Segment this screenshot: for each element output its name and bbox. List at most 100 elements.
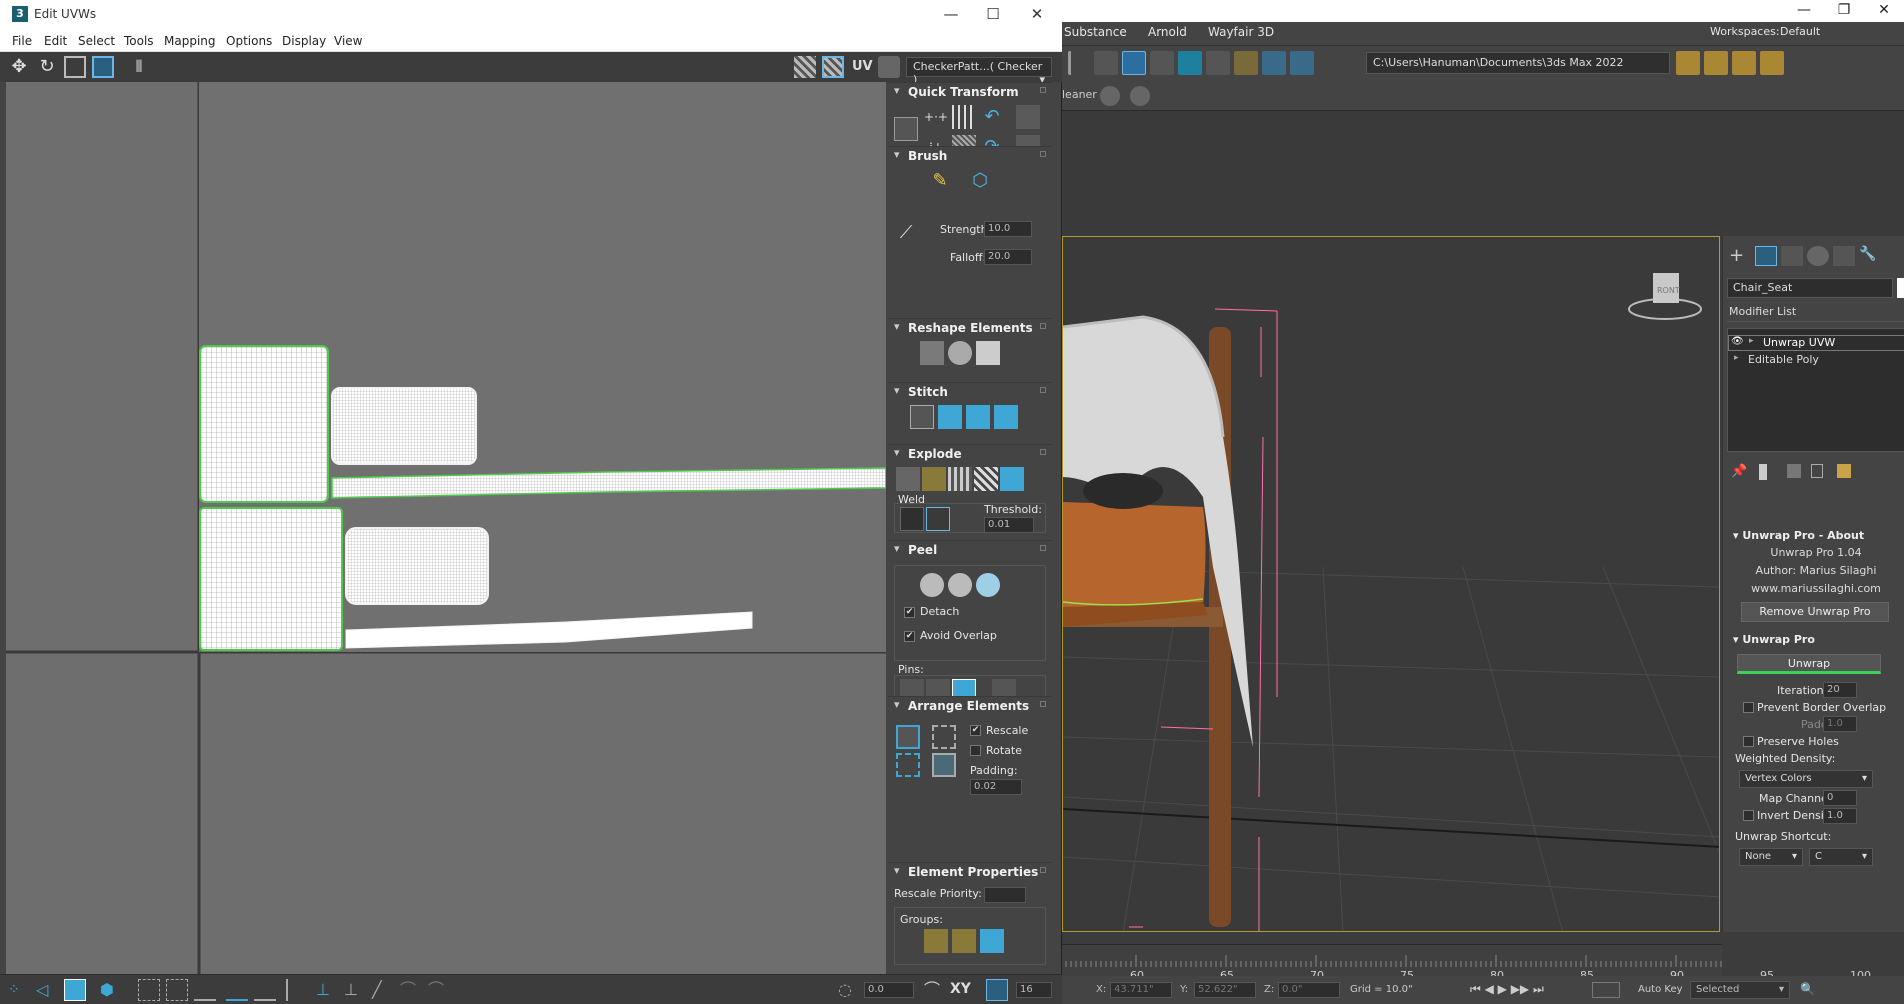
explode-by-polygon-icon[interactable] <box>948 467 972 491</box>
strength-spinner[interactable]: 10.0 <box>984 221 1032 237</box>
menu-display[interactable]: Display <box>282 34 326 48</box>
project-save-icon[interactable] <box>1732 51 1756 75</box>
rollout-header[interactable]: ▾ Unwrap Pro <box>1727 630 1904 650</box>
group-info-icon[interactable] <box>980 929 1004 953</box>
select-lasso-icon[interactable] <box>166 979 188 1001</box>
scale-icon[interactable] <box>64 56 86 78</box>
rescale-checkbox[interactable]: ✔ <box>970 725 981 736</box>
shortcut-key-dropdown[interactable]: C ▾ <box>1809 848 1873 866</box>
pack-normalize-icon[interactable] <box>896 725 920 749</box>
shortcut-modifier-dropdown[interactable]: None ▾ <box>1739 848 1803 866</box>
relax-icon[interactable] <box>948 341 972 365</box>
rotate-checkbox[interactable] <box>970 745 981 756</box>
texture-dropdown[interactable]: CheckerPatt...( Checker ) ▾ <box>906 57 1052 86</box>
menu-select[interactable]: Select <box>78 34 115 48</box>
rollout-pin-icon[interactable] <box>1040 449 1046 455</box>
vertex-colors-dropdown[interactable]: Vertex Colors ▾ <box>1739 770 1873 788</box>
uv-editor-canvas[interactable] <box>6 82 886 974</box>
relax-brush-icon[interactable]: ⬡ <box>968 169 992 193</box>
display-tab-icon[interactable] <box>1833 246 1855 266</box>
motion-tab-icon[interactable] <box>1807 246 1829 266</box>
menu-tools[interactable]: Tools <box>124 34 154 48</box>
toolbar-icon[interactable] <box>1068 51 1092 75</box>
stitch-custom-icon[interactable] <box>910 405 934 429</box>
make-unique-icon[interactable] <box>1787 464 1801 478</box>
layer-icon[interactable] <box>1094 51 1118 75</box>
hierarchy-tab-icon[interactable] <box>1781 246 1803 266</box>
rollout-header[interactable]: Arrange Elements <box>888 697 1052 715</box>
freeform-icon[interactable] <box>92 56 114 78</box>
group-ungroup-icon[interactable] <box>952 929 976 953</box>
straighten-icon[interactable] <box>920 341 944 365</box>
brush-icon[interactable]: ╱ <box>372 979 394 1001</box>
pack-together-icon[interactable] <box>932 725 956 749</box>
group-select-icon[interactable] <box>924 929 948 953</box>
project-icon[interactable] <box>1676 51 1700 75</box>
render-frame-icon[interactable] <box>1262 51 1286 75</box>
curve-icon[interactable]: ⌒ <box>924 979 946 1001</box>
menu-view[interactable]: View <box>334 34 362 48</box>
object-name-field[interactable]: Chair_Seat <box>1727 278 1893 298</box>
shrink-select-icon[interactable] <box>226 979 248 1001</box>
soft-select-falloff-icon[interactable]: ⌒ <box>428 979 450 1001</box>
menu-options[interactable]: Options <box>226 34 272 48</box>
polygon-mode-icon[interactable] <box>64 979 86 1001</box>
explode-by-smoothing-icon[interactable] <box>896 467 920 491</box>
scene-explorer-icon[interactable] <box>1122 51 1146 75</box>
render-icon[interactable] <box>1290 51 1314 75</box>
flatten-icon[interactable] <box>976 341 1000 365</box>
settings-icon[interactable] <box>878 56 900 78</box>
remove-unwrap-pro-button[interactable]: Remove Unwrap Pro <box>1741 602 1889 622</box>
rollout-pin-icon[interactable] <box>1040 867 1046 873</box>
menu-mapping[interactable]: Mapping <box>164 34 216 48</box>
project-path-dropdown[interactable]: C:\Users\Hanuman\Documents\3ds Max 2022 <box>1366 52 1670 74</box>
rollout-header[interactable]: Peel <box>888 541 1052 559</box>
menu-arnold[interactable]: Arnold <box>1148 25 1187 39</box>
show-end-result-icon[interactable] <box>1759 464 1767 480</box>
rollout-header[interactable]: Quick Transform <box>888 83 1052 101</box>
menu-wayfair[interactable]: Wayfair 3D <box>1208 25 1274 39</box>
about-site[interactable]: www.mariussilaghi.com <box>1727 582 1904 600</box>
element-mode-icon[interactable]: ⬢ <box>100 979 122 1001</box>
perspective-viewport[interactable]: RONT <box>1062 236 1720 932</box>
weld-selected-icon[interactable] <box>900 507 924 531</box>
explode-to-edges-icon[interactable] <box>974 467 998 491</box>
close-icon[interactable]: ✕ <box>1022 4 1052 26</box>
paint-brush-icon[interactable]: ✎ <box>928 169 952 193</box>
show-map-icon[interactable] <box>822 56 844 78</box>
unwrap-button[interactable]: Unwrap <box>1737 654 1881 674</box>
threshold-spinner[interactable]: 0.01 <box>984 517 1034 533</box>
xy-toggle[interactable]: XY <box>950 981 971 997</box>
rotate-icon[interactable]: ↻ <box>36 56 58 78</box>
rollout-header[interactable]: ▾ Unwrap Pro - About <box>1727 526 1904 546</box>
rollout-header[interactable]: Stitch <box>888 383 1052 401</box>
align-horizontal-icon[interactable]: +·+ <box>924 105 948 129</box>
expand-icon[interactable]: ▸ <box>1734 353 1739 363</box>
stitch-average-icon[interactable] <box>966 405 990 429</box>
rollout-header[interactable]: Reshape Elements <box>888 319 1052 337</box>
invert-density-spinner[interactable]: 1.0 <box>1823 808 1857 824</box>
map-channel-spinner[interactable]: 0 <box>1823 790 1857 806</box>
vertex-mode-icon[interactable]: ⁘ <box>8 979 30 1001</box>
preserve-holes-checkbox[interactable] <box>1743 736 1754 747</box>
rollout-pin-icon[interactable] <box>1040 701 1046 707</box>
create-tab-icon[interactable]: + <box>1729 246 1751 266</box>
z-coordinate-field[interactable]: 0.0" <box>1278 982 1340 998</box>
rescale-priority-spinner[interactable] <box>984 887 1026 903</box>
uv-axis-label[interactable]: UV <box>852 59 873 74</box>
angle-spinner[interactable]: 0.0 <box>864 982 914 998</box>
loop-select-icon[interactable] <box>254 979 276 1001</box>
search-icon[interactable]: 🔍 <box>1800 982 1815 996</box>
explode-flatten-icon[interactable] <box>1000 467 1024 491</box>
align-icon[interactable] <box>1016 105 1040 129</box>
selection-set-dropdown[interactable]: Selected ▾ <box>1690 981 1790 999</box>
edge-mode-icon[interactable]: ◁ <box>36 979 58 1001</box>
falloff-spinner[interactable]: 20.0 <box>984 249 1032 265</box>
align-center-icon[interactable] <box>894 117 918 141</box>
avoid-overlap-checkbox[interactable]: ✔ <box>904 631 915 642</box>
y-coordinate-field[interactable]: 52.622" <box>1194 982 1256 998</box>
pack-rescale-icon[interactable] <box>932 753 956 777</box>
configure-modifier-icon[interactable] <box>1837 464 1851 478</box>
align-vertical-icon[interactable] <box>952 105 976 129</box>
reset-peel-icon[interactable] <box>976 573 1000 597</box>
